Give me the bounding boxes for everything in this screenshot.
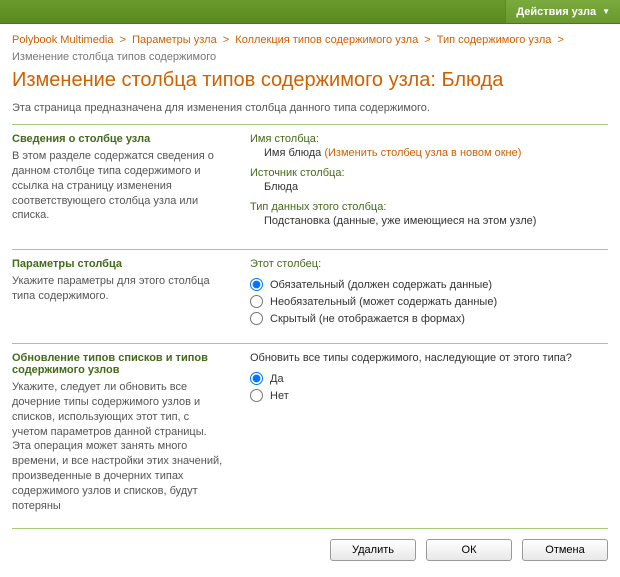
section-update-types: Обновление типов списков и типов содержи…	[12, 343, 608, 528]
field-label-update-all: Обновить все типы содержимого, наследующ…	[250, 352, 608, 364]
radio-row-required[interactable]: Обязательный (должен содержать данные)	[250, 278, 608, 291]
chevron-down-icon: ▼	[602, 7, 610, 16]
page-content: Polybook Multimedia > Параметры узла > К…	[0, 24, 620, 577]
section-left: Обновление типов списков и типов содержи…	[12, 352, 242, 514]
section-column-settings: Параметры столбца Укажите параметры для …	[12, 249, 608, 343]
radio-label: Обязательный (должен содержать данные)	[270, 279, 492, 291]
breadcrumb-link[interactable]: Polybook Multimedia	[12, 34, 114, 46]
field-label-source: Источник столбца:	[250, 167, 608, 179]
radio-hidden[interactable]	[250, 312, 263, 325]
cancel-button[interactable]: Отмена	[522, 539, 608, 561]
field-label-this-column: Этот столбец:	[250, 258, 608, 270]
top-bar: Действия узла ▼	[0, 0, 620, 24]
section-right: Имя столбца: Имя блюда (Изменить столбец…	[242, 133, 608, 235]
field-label-column-name: Имя столбца:	[250, 133, 608, 145]
site-actions-label: Действия узла	[516, 6, 596, 18]
breadcrumb-link[interactable]: Параметры узла	[132, 34, 217, 46]
field-value-datatype: Подстановка (данные, уже имеющиеся на эт…	[264, 215, 608, 227]
ok-button[interactable]: ОК	[426, 539, 512, 561]
breadcrumb-link[interactable]: Коллекция типов содержимого узла	[235, 34, 418, 46]
footer-buttons: Удалить ОК Отмена	[12, 528, 608, 565]
delete-button[interactable]: Удалить	[330, 539, 416, 561]
section-title: Обновление типов списков и типов содержи…	[12, 352, 226, 376]
section-right: Обновить все типы содержимого, наследующ…	[242, 352, 608, 514]
breadcrumb: Polybook Multimedia > Параметры узла > К…	[12, 32, 608, 65]
breadcrumb-current: Изменение столбца типов содержимого	[12, 51, 216, 63]
section-left: Сведения о столбце узла В этом разделе с…	[12, 133, 242, 235]
breadcrumb-sep: >	[120, 34, 126, 46]
section-desc: Укажите параметры для этого столбца типа…	[12, 274, 226, 304]
section-desc: Укажите, следует ли обновить все дочерни…	[12, 380, 226, 514]
section-title: Сведения о столбце узла	[12, 133, 226, 145]
radio-label: Да	[270, 373, 284, 385]
field-value-source: Блюда	[264, 181, 608, 193]
radio-label: Нет	[270, 390, 289, 402]
page-intro: Эта страница предназначена для изменения…	[12, 102, 608, 114]
radio-no[interactable]	[250, 389, 263, 402]
radio-row-optional[interactable]: Необязательный (может содержать данные)	[250, 295, 608, 308]
breadcrumb-link[interactable]: Тип содержимого узла	[437, 34, 552, 46]
radio-row-yes[interactable]: Да	[250, 372, 608, 385]
site-actions-button[interactable]: Действия узла ▼	[505, 0, 620, 23]
radio-optional[interactable]	[250, 295, 263, 308]
section-title: Параметры столбца	[12, 258, 226, 270]
edit-column-paren: (Изменить столбец узла в новом окне)	[324, 147, 521, 159]
breadcrumb-sep: >	[557, 34, 563, 46]
field-label-datatype: Тип данных этого столбца:	[250, 201, 608, 213]
page-title: Изменение столбца типов содержимого узла…	[12, 69, 608, 92]
column-name-text: Имя блюда	[264, 147, 321, 159]
section-right: Этот столбец: Обязательный (должен содер…	[242, 258, 608, 329]
section-desc: В этом разделе содержатся сведения о дан…	[12, 149, 226, 223]
radio-label: Необязательный (может содержать данные)	[270, 296, 497, 308]
radio-row-no[interactable]: Нет	[250, 389, 608, 402]
radio-label: Скрытый (не отображается в формах)	[270, 313, 465, 325]
breadcrumb-sep: >	[223, 34, 229, 46]
radio-row-hidden[interactable]: Скрытый (не отображается в формах)	[250, 312, 608, 325]
breadcrumb-sep: >	[424, 34, 430, 46]
section-left: Параметры столбца Укажите параметры для …	[12, 258, 242, 329]
field-value-column-name: Имя блюда (Изменить столбец узла в новом…	[264, 147, 608, 159]
radio-required[interactable]	[250, 278, 263, 291]
edit-column-link[interactable]: Изменить столбец узла в новом окне	[328, 147, 518, 159]
radio-yes[interactable]	[250, 372, 263, 385]
section-column-info: Сведения о столбце узла В этом разделе с…	[12, 124, 608, 249]
